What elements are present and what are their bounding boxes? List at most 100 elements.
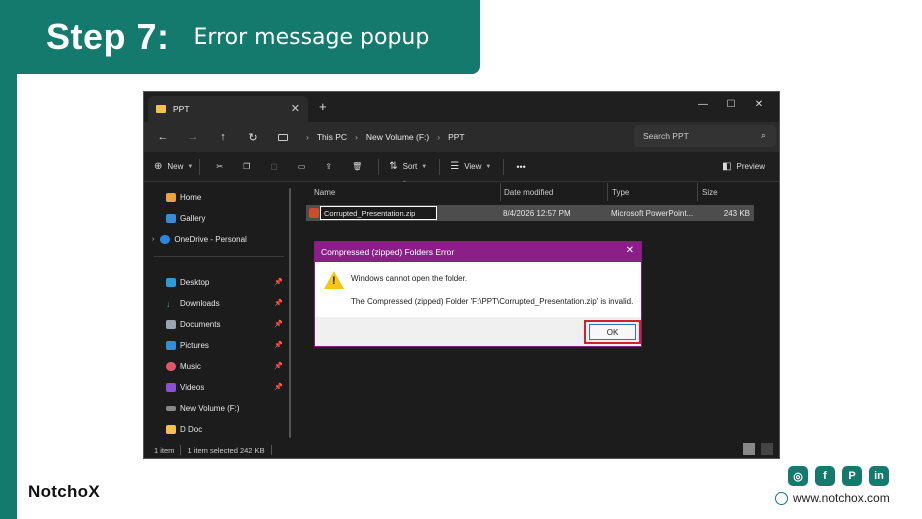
window-controls: — ☐ ✕: [689, 96, 773, 114]
pinterest-icon[interactable]: P: [842, 466, 862, 486]
paste-icon[interactable]: ▢: [270, 162, 278, 171]
selection-info: 1 item selected 242 KB: [187, 445, 265, 455]
breadcrumb-separator: ›: [355, 132, 358, 142]
sidebar-item-label: Desktop: [180, 277, 210, 287]
column-header-label: Size: [702, 187, 718, 197]
view-icon: ☰: [450, 161, 460, 172]
rename-icon[interactable]: ▭: [298, 162, 306, 171]
music-icon: [166, 361, 176, 371]
forward-icon[interactable]: →: [178, 131, 208, 143]
divider: [199, 158, 201, 175]
sidebar-item-desktop[interactable]: Desktop 📌: [166, 274, 283, 290]
sort-button[interactable]: ⇅ Sort ▼: [389, 161, 427, 172]
tiles-view-icon[interactable]: [761, 443, 773, 455]
breadcrumb-this-pc[interactable]: This PC: [317, 132, 347, 142]
close-icon[interactable]: ✕: [745, 96, 773, 114]
sidebar-item-label: OneDrive - Personal: [174, 234, 247, 244]
item-count: 1 item: [154, 445, 175, 455]
column-name[interactable]: Name: [296, 183, 500, 201]
new-tab-icon[interactable]: +: [319, 99, 327, 114]
sidebar-item-label: Documents: [180, 319, 221, 329]
step-banner: Step 7: Error message popup: [0, 0, 480, 74]
navigation-pane: Home Gallery › OneDrive - Personal Deskto…: [144, 183, 294, 440]
maximize-icon[interactable]: ☐: [717, 96, 745, 114]
up-icon[interactable]: ↑: [208, 131, 238, 143]
table-row[interactable]: Corrupted_Presentation.zip 8/4/2026 12:5…: [306, 205, 754, 221]
sidebar-item-videos[interactable]: Videos 📌: [166, 379, 283, 395]
picture-icon: [166, 340, 176, 350]
pin-icon[interactable]: 📌: [274, 320, 283, 328]
new-label: New: [167, 162, 184, 171]
video-icon: [166, 382, 176, 392]
column-date-modified[interactable]: Date modified: [486, 183, 599, 201]
sidebar-item-downloads[interactable]: ↓ Downloads 📌: [166, 295, 283, 311]
website-url: www.notchox.com: [793, 491, 890, 505]
sidebar-item-onedrive[interactable]: › OneDrive - Personal: [152, 231, 247, 247]
facebook-icon[interactable]: f: [815, 466, 835, 486]
error-dialog: Compressed (zipped) Folders Error ✕ Wind…: [314, 241, 642, 347]
column-type[interactable]: Type: [594, 183, 696, 201]
cloud-icon: [160, 234, 171, 244]
divider: [180, 445, 182, 455]
sidebar-item-documents[interactable]: Documents 📌: [166, 316, 283, 332]
left-accent-strip: [0, 0, 17, 519]
chevron-down-icon: ▼: [187, 163, 194, 170]
pin-icon[interactable]: 📌: [274, 362, 283, 370]
view-toggles: [743, 443, 773, 455]
view-label: View: [464, 162, 482, 171]
rename-field[interactable]: Corrupted_Presentation.zip: [320, 206, 437, 220]
divider: [439, 158, 441, 175]
minimize-icon[interactable]: —: [689, 96, 717, 114]
ok-button[interactable]: OK: [589, 324, 636, 340]
sidebar-item-gallery[interactable]: Gallery: [166, 210, 205, 226]
sidebar-item-pictures[interactable]: Pictures 📌: [166, 337, 283, 353]
column-header-label: Name: [314, 187, 336, 197]
pin-icon[interactable]: 📌: [274, 341, 283, 349]
instagram-icon[interactable]: ◎: [788, 466, 808, 486]
sidebar-item-d-doc[interactable]: D Doc: [166, 421, 202, 437]
website-link[interactable]: www.notchox.com: [775, 491, 890, 505]
sort-label: Sort: [402, 162, 418, 171]
linkedin-icon[interactable]: in: [869, 466, 889, 486]
dialog-title: Compressed (zipped) Folders Error: [321, 247, 455, 257]
step-title: Error message popup: [193, 24, 430, 50]
share-icon[interactable]: ⇪: [325, 162, 332, 171]
sidebar-item-label: New Volume (F:): [180, 403, 240, 413]
breadcrumb-ppt[interactable]: PPT: [448, 132, 465, 142]
sidebar-item-label: Downloads: [180, 298, 220, 308]
file-date: 8/4/2026 12:57 PM: [503, 208, 571, 218]
delete-icon[interactable]: 🗑: [352, 162, 362, 171]
sidebar-item-new-volume[interactable]: New Volume (F:): [166, 400, 240, 416]
divider: [270, 445, 272, 455]
pin-icon[interactable]: 📌: [274, 299, 283, 307]
search-placeholder: Search PPT: [643, 131, 689, 141]
refresh-icon[interactable]: ↻: [238, 131, 268, 144]
breadcrumb[interactable]: › This PC › New Volume (F:) › PPT: [278, 127, 628, 147]
chevron-down-icon: ▼: [421, 163, 428, 170]
breadcrumb-new-volume[interactable]: New Volume (F:): [366, 132, 429, 142]
view-button[interactable]: ☰ View ▼: [450, 161, 491, 172]
copy-icon[interactable]: ❐: [243, 162, 250, 171]
pin-icon[interactable]: 📌: [274, 383, 283, 391]
dialog-close-icon[interactable]: ✕: [626, 245, 634, 256]
column-size[interactable]: Size: [684, 183, 774, 201]
details-view-icon[interactable]: [743, 443, 755, 455]
sidebar-item-label: Music: [180, 361, 201, 371]
scrollbar[interactable]: [289, 188, 291, 438]
search-input[interactable]: Search PPT ⌕: [634, 125, 776, 147]
sidebar-item-music[interactable]: Music 📌: [166, 358, 283, 374]
more-options-icon[interactable]: •••: [516, 162, 525, 172]
breadcrumb-separator: ›: [306, 132, 309, 142]
chevron-right-icon: ›: [152, 235, 155, 243]
back-icon[interactable]: ←: [148, 131, 178, 143]
tab-close-icon[interactable]: ✕: [291, 102, 300, 115]
tab-ppt[interactable]: PPT ✕: [148, 96, 308, 122]
dialog-message: Windows cannot open the folder.: [351, 274, 468, 283]
tab-label: PPT: [173, 104, 190, 114]
page: Step 7: Error message popup PPT ✕ + — ☐ …: [0, 0, 922, 519]
cut-icon[interactable]: ✂: [216, 162, 223, 171]
sidebar-item-home[interactable]: Home: [166, 189, 201, 205]
preview-button[interactable]: ◧ Preview: [722, 161, 765, 172]
new-button[interactable]: ⊕ New ▼: [154, 161, 193, 172]
pin-icon[interactable]: 📌: [274, 278, 283, 286]
